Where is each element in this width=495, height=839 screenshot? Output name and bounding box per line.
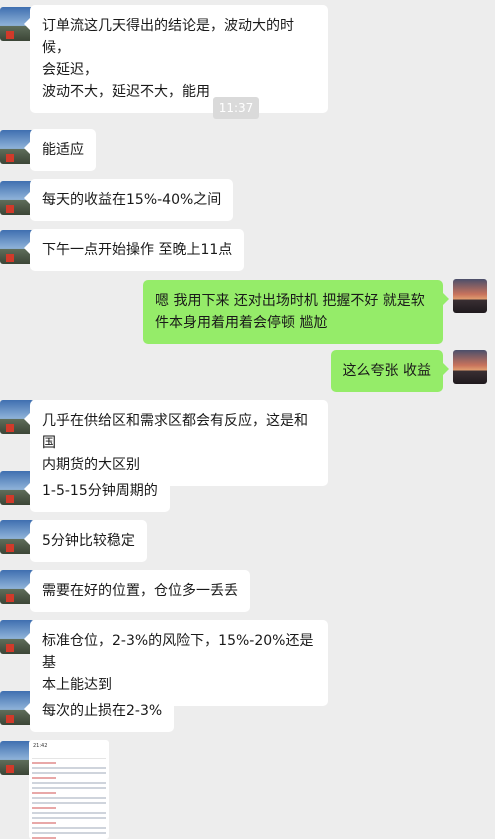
message-bubble[interactable]: 订单流这几天得出的结论是，波动大的时候， 会延迟， 波动不大，延迟不大，能用 bbox=[24, 5, 328, 113]
message-bubble[interactable]: 1-5-15分钟周期的 bbox=[24, 470, 170, 512]
thumb-time: 21:42 bbox=[33, 743, 48, 749]
image-message[interactable]: 21:42 bbox=[29, 740, 109, 839]
self-avatar[interactable] bbox=[453, 350, 487, 384]
message-bubble[interactable]: 5分钟比较稳定 bbox=[24, 520, 147, 562]
timestamp: 11:37 bbox=[213, 97, 259, 119]
message-bubble[interactable]: 能适应 bbox=[24, 129, 96, 171]
message-bubble[interactable]: 每次的止损在2-3% bbox=[23, 690, 175, 732]
message-bubble[interactable]: 每天的收益在15%-40%之间 bbox=[23, 179, 234, 221]
message-bubble[interactable]: 下午一点开始操作 至晚上11点 bbox=[23, 229, 245, 271]
self-avatar[interactable] bbox=[453, 279, 487, 313]
message-bubble[interactable]: 这么夸张 收益 bbox=[330, 350, 450, 392]
thumb-tabs bbox=[32, 752, 106, 759]
message-bubble[interactable]: 嗯 我用下来 还对出场时机 把握不好 就是软 件本身用着用着会停顿 尴尬 bbox=[143, 280, 449, 344]
message-bubble[interactable]: 需要在好的位置，仓位多一丢丢 bbox=[24, 570, 250, 612]
